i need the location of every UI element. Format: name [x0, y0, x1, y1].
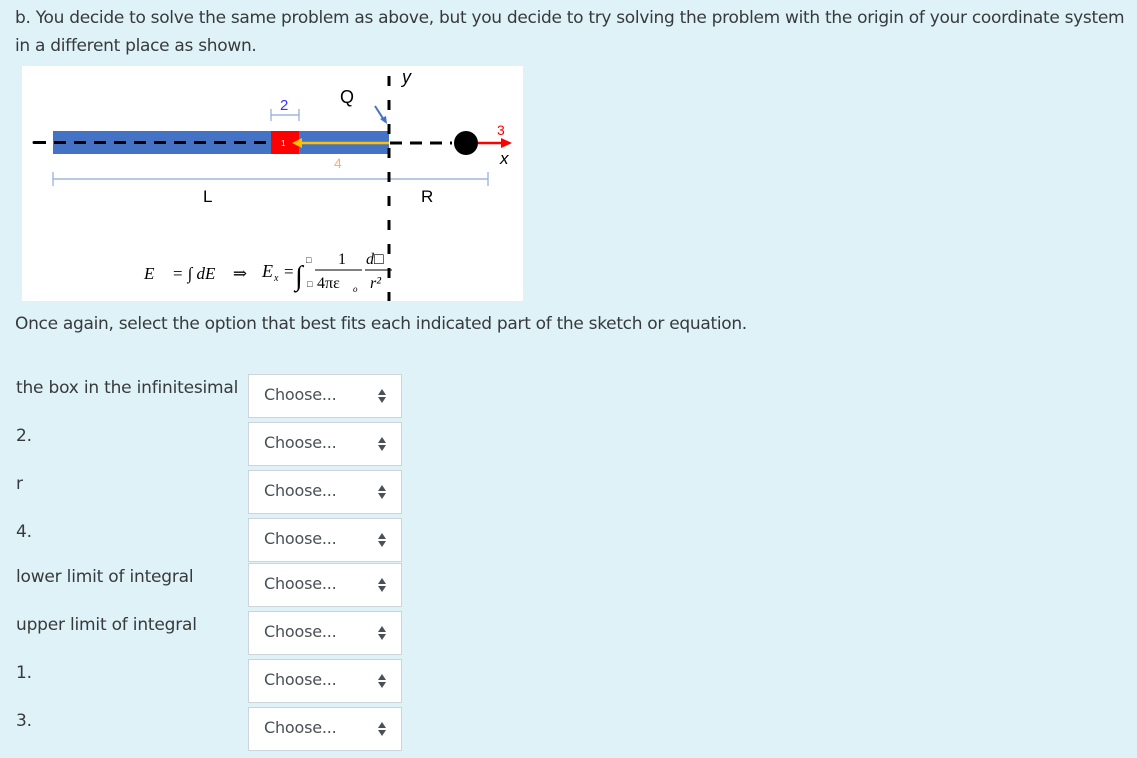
answer-select[interactable]: Choose... — [248, 518, 402, 562]
equation: E⃗ = ∫ dE⃗ ⇒ E x = ∫ □ □ 1 4πε o d□ r² — [143, 251, 392, 294]
match-label: 3. — [16, 711, 32, 731]
match-row: lower limit of integral Choose... — [0, 563, 420, 607]
match-row: 2. Choose... — [0, 422, 420, 466]
equation-differential: d□ — [366, 251, 384, 268]
equation-left: E⃗ = ∫ dE⃗ ⇒ — [143, 264, 247, 284]
marker-1-label: 1 — [281, 139, 286, 148]
select-value: Choose... — [264, 622, 337, 641]
lower-limit-box: □ — [307, 279, 313, 289]
equation-integral: ∫ — [293, 261, 305, 293]
match-label: r — [16, 474, 23, 494]
updown-arrow-icon — [378, 389, 386, 403]
answer-select[interactable]: Choose... — [248, 707, 402, 751]
match-label: 2. — [16, 426, 32, 446]
select-value: Choose... — [264, 385, 337, 404]
match-label: the box in the infinitesimal — [16, 378, 239, 398]
equation-r-squared: r² — [370, 275, 382, 292]
charge-label: Q — [340, 87, 354, 107]
match-label: 1. — [16, 663, 32, 683]
updown-arrow-icon — [378, 578, 386, 592]
select-value: Choose... — [264, 718, 337, 737]
marker-4-label: 4 — [334, 155, 342, 171]
test-point — [454, 131, 478, 155]
match-row: 4. Choose... — [0, 518, 420, 562]
updown-arrow-icon — [378, 722, 386, 736]
equation-equals: = — [284, 262, 294, 281]
marker-3-label: 3 — [497, 122, 505, 138]
answer-select[interactable]: Choose... — [248, 422, 402, 466]
x-axis-label: x — [499, 149, 509, 168]
sketch: 1 y x Q L R 2 3 4 E⃗ = ∫ dE⃗ ⇒ E x = ∫ □ — [32, 67, 512, 301]
answer-select[interactable]: Choose... — [248, 374, 402, 418]
field-vector-arrowhead — [501, 138, 512, 148]
upper-limit-box: □ — [306, 255, 312, 265]
match-label: lower limit of integral — [16, 567, 194, 587]
problem-figure: 1 y x Q L R 2 3 4 E⃗ = ∫ dE⃗ ⇒ E x = ∫ □ — [22, 66, 523, 301]
question-intro: b. You decide to solve the same problem … — [15, 8, 1125, 56]
length-label: L — [203, 187, 212, 206]
select-value: Choose... — [264, 433, 337, 452]
select-value: Choose... — [264, 670, 337, 689]
match-row: 1. Choose... — [0, 659, 420, 703]
answer-select[interactable]: Choose... — [248, 470, 402, 514]
answer-select[interactable]: Choose... — [248, 611, 402, 655]
match-row: r Choose... — [0, 470, 420, 514]
equation-lhs-sub: x — [273, 273, 279, 284]
match-row: upper limit of integral Choose... — [0, 611, 420, 655]
marker-2-label: 2 — [280, 97, 288, 114]
updown-arrow-icon — [378, 437, 386, 451]
match-row: the box in the infinitesimal Choose... — [0, 374, 420, 418]
equation-denominator-sub: o — [353, 284, 358, 294]
match-label: upper limit of integral — [16, 615, 197, 635]
updown-arrow-icon — [378, 674, 386, 688]
instruction-text: Once again, select the option that best … — [15, 314, 747, 334]
select-value: Choose... — [264, 574, 337, 593]
updown-arrow-icon — [378, 626, 386, 640]
select-value: Choose... — [264, 481, 337, 500]
match-label: 4. — [16, 522, 32, 542]
distance-label: R — [421, 187, 433, 206]
answer-select[interactable]: Choose... — [248, 659, 402, 703]
y-axis-label: y — [400, 67, 412, 87]
equation-denominator: 4πε — [317, 275, 340, 292]
equation-numerator: 1 — [338, 251, 346, 268]
updown-arrow-icon — [378, 485, 386, 499]
answer-select[interactable]: Choose... — [248, 563, 402, 607]
match-row: 3. Choose... — [0, 707, 420, 751]
equation-lhs: E — [261, 261, 273, 281]
select-value: Choose... — [264, 529, 337, 548]
updown-arrow-icon — [378, 533, 386, 547]
